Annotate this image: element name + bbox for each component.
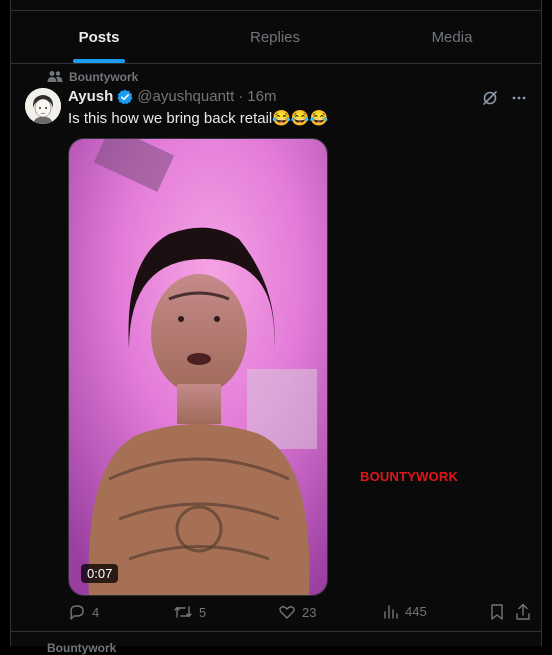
heart-icon (278, 603, 296, 621)
reply-icon (68, 603, 86, 621)
avatar[interactable] (25, 88, 61, 124)
post-top-actions (481, 89, 527, 107)
watermark-text: BOUNTYWORK (360, 469, 459, 484)
share-button[interactable] (515, 603, 531, 621)
post[interactable]: Bountywork Ayush @ayushquantt · 16m Is t… (11, 63, 541, 631)
repost-count: 5 (199, 604, 207, 620)
post-text: Is this how we bring back retail😂😂😂 (68, 110, 329, 127)
community-context[interactable]: Bountywork (47, 70, 138, 84)
repost-button[interactable]: 5 (173, 603, 206, 621)
reply-button[interactable]: 4 (68, 603, 99, 621)
author-handle[interactable]: @ayushquantt (137, 88, 234, 105)
next-post[interactable]: Bountywork (11, 631, 541, 655)
views-count: 445 (405, 603, 427, 619)
next-post-community: Bountywork (47, 641, 117, 655)
post-header: Ayush @ayushquantt · 16m (68, 88, 276, 105)
post-actions: 4 5 23 445 (68, 603, 533, 623)
tab-media-label: Media (431, 28, 473, 46)
video-player[interactable]: 0:07 (68, 138, 328, 596)
like-count: 23 (302, 604, 317, 620)
video-duration: 0:07 (81, 564, 119, 583)
tab-replies[interactable]: Replies (187, 11, 363, 63)
tab-replies-label: Replies (249, 28, 301, 46)
tab-posts[interactable]: Posts (11, 11, 187, 63)
bookmark-icon (489, 603, 505, 621)
people-icon (47, 70, 63, 84)
timeline-frame: Posts Replies Media Bountywork Ayush @ay… (10, 0, 542, 655)
verified-badge-icon (117, 89, 133, 105)
like-button[interactable]: 23 (278, 603, 316, 621)
reply-count: 4 (92, 604, 100, 620)
video-thumbnail (69, 139, 327, 595)
community-name: Bountywork (69, 70, 139, 84)
more-icon[interactable] (511, 90, 527, 106)
views-icon (383, 603, 399, 619)
profile-tabs: Posts Replies Media (11, 10, 541, 64)
views-button[interactable]: 445 (383, 603, 427, 619)
repost-icon (173, 603, 193, 621)
tab-posts-label: Posts (78, 28, 120, 46)
post-time[interactable]: 16m (247, 88, 276, 105)
bookmark-button[interactable] (489, 603, 505, 621)
tab-media[interactable]: Media (363, 11, 541, 63)
share-icon (515, 603, 531, 621)
author-name[interactable]: Ayush (68, 88, 113, 105)
grok-icon[interactable] (481, 89, 499, 107)
separator-dot: · (238, 88, 244, 105)
